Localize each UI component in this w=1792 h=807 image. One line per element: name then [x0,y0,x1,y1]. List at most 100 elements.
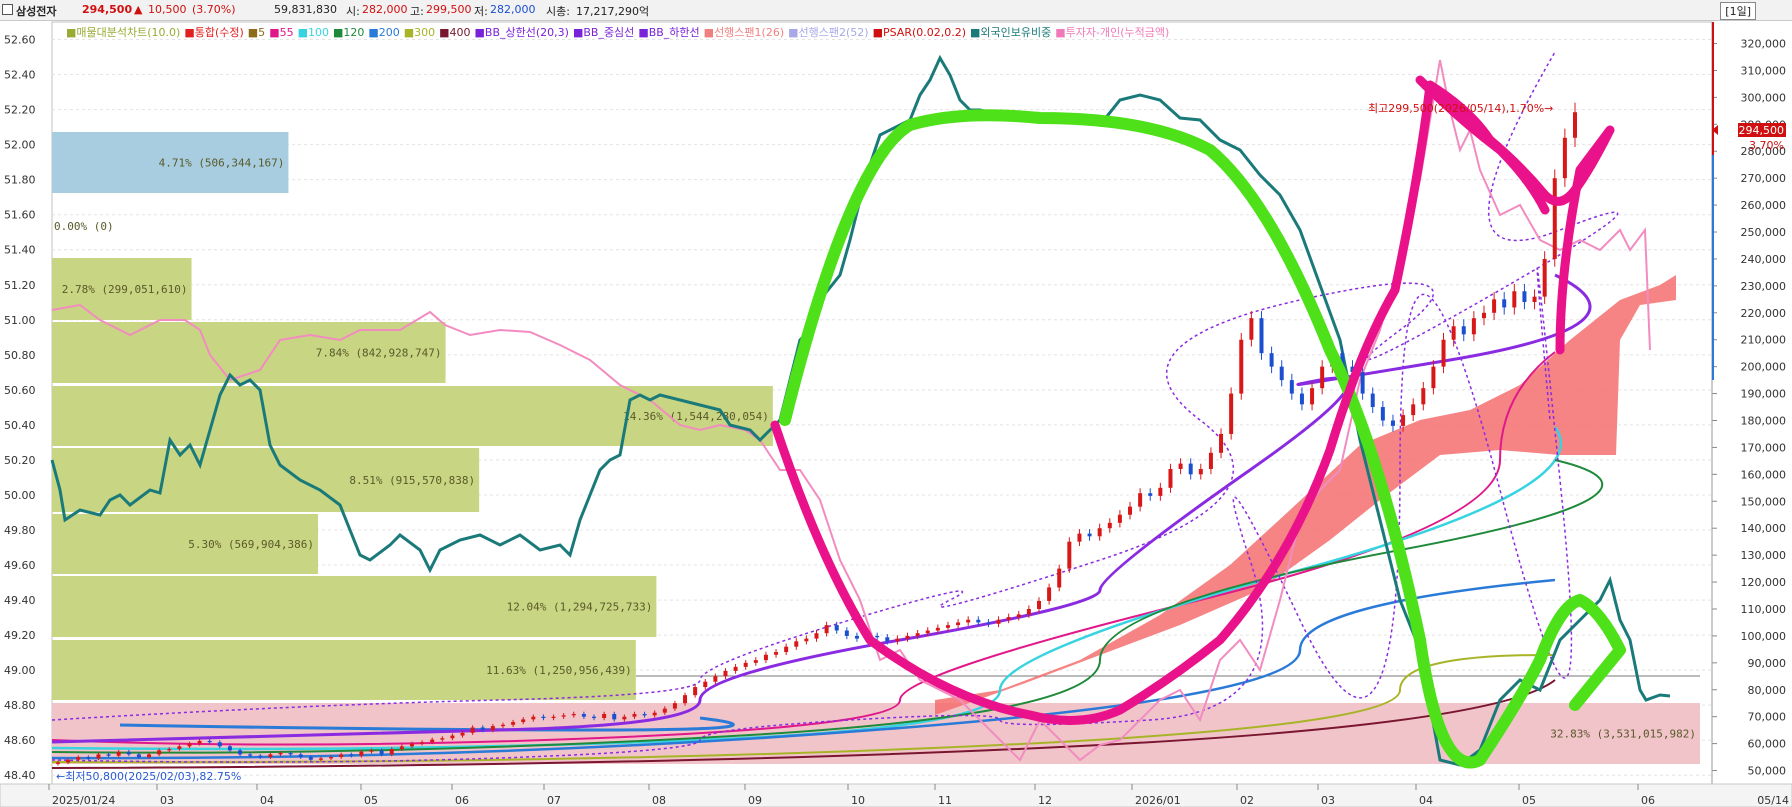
right-axis-tick: 310,000 [1741,64,1787,77]
candle-body [66,759,71,763]
candle-body [1502,299,1507,308]
candle-body [420,742,425,744]
left-axis-tick: 49.40 [4,594,36,607]
candle-body [966,619,971,623]
candle-body [1512,291,1517,308]
candle-body [642,713,647,716]
x-axis-tick: 02 [1240,794,1254,807]
x-axis-tick: 11 [938,794,952,807]
right-axis-tick: 60,000 [1748,738,1787,751]
candle-body [157,750,162,755]
candle-body [1299,393,1304,405]
candle-body [339,754,344,758]
candle-body [683,695,688,704]
low-value: 282,000 [490,3,536,16]
candle-body [804,638,809,642]
left-axis-tick: 50.00 [4,489,36,502]
volume-value: 59,831,830 [274,3,337,16]
candle-body [672,703,677,709]
candle-body [1562,137,1567,179]
candle-body [824,625,829,634]
legend-item[interactable]: ■300 [404,26,435,39]
candle-body [248,754,253,756]
candle-body [470,727,475,733]
price-chart[interactable]: 4.71% (506,344,167) 0.00% (0) 2.78% (299,0… [0,0,1792,807]
legend-item[interactable]: ■선행스팬2(52) [788,26,868,39]
candle-body [116,751,121,756]
x-axis-tick: 12 [1038,794,1052,807]
legend-item[interactable]: ■100 [298,26,329,39]
candle-body [399,746,404,749]
candle-body [1158,487,1163,496]
candle-body [774,652,779,655]
left-axis-tick: 49.60 [4,559,36,572]
high-value: 299,500 [426,3,472,16]
candle-body [167,748,172,751]
candle-body [1390,420,1395,426]
legend-item[interactable]: ■120 [333,26,364,39]
candle-body [1542,258,1547,297]
legend-item[interactable]: ■통합(수정) [184,26,243,39]
candle-body [430,739,435,743]
legend-item[interactable]: ■400 [439,26,470,39]
candle-body [784,646,789,653]
legend-item[interactable]: ■200 [368,26,399,39]
candle-body [1067,541,1072,569]
legend-item[interactable]: ■BB_상한선(20,3) [475,26,569,39]
volume-profile-label: 14.36% (1,544,280,054) [623,410,769,423]
legend-item[interactable]: ■선행스팬1(26) [704,26,784,39]
mcap-label: 시총: [546,5,570,18]
candle-body [1087,533,1092,537]
candle-body [450,735,455,739]
indicator-legend: ■매물대분석차트(10.0) ■통합(수정) ■5 ■55 ■100 ■120 ■200 ■3… [66,24,1173,40]
candle-body [278,753,283,755]
candle-body [490,726,495,731]
right-axis-tick: 220,000 [1741,307,1787,320]
candle-body [1128,506,1133,515]
up-arrow-icon: ▲ [134,3,143,16]
legend-item[interactable]: ■BB_하한선 [638,26,699,39]
candle-body [996,619,1001,624]
candle-body [298,754,303,758]
right-axis-tick: 300,000 [1741,91,1787,104]
x-axis-tick: 04 [260,794,274,807]
left-axis-tick: 50.40 [4,419,36,432]
mcap-value: 17,217,290억 [576,5,650,18]
volume-profile-label: 32.83% (3,531,015,982) [1550,728,1696,741]
legend-item[interactable]: ■투자자-개인(누적금액) [1055,26,1169,39]
right-axis-tick: 320,000 [1741,38,1787,51]
candle-body [794,641,799,647]
right-axis-tick: 160,000 [1741,468,1787,481]
legend-item[interactable]: ■5 [248,26,265,39]
right-axis-tick: 110,000 [1741,603,1787,616]
legend-item[interactable]: ■PSAR(0.02,0.2) [873,26,966,39]
candle-body [1107,522,1112,529]
candle-body [1148,493,1153,496]
candle-body [854,635,859,639]
stock-name[interactable]: 삼성전자 [16,3,56,19]
volume-profile-label: 0.00% (0) [54,220,114,233]
legend-item[interactable]: ■55 [269,26,293,39]
period-selector[interactable]: [1일] [1720,2,1756,20]
x-axis-tick: 03 [160,794,174,807]
candle-body [844,630,849,636]
right-axis-tick: 80,000 [1748,684,1787,697]
volume-profile-label: 11.63% (1,250,956,439) [486,664,632,677]
right-axis-tick: 90,000 [1748,657,1787,670]
select-checkbox[interactable] [2,4,13,15]
high-price-label: 최고299,500(2026/05/14),1.70%→ [1368,102,1553,115]
left-axis-tick: 51.80 [4,174,36,187]
candle-body [1036,600,1041,609]
candle-body [207,740,212,743]
candle-body [895,638,900,642]
candle-body [541,716,546,719]
legend-item[interactable]: ■외국인보유비중 [970,26,1051,39]
legend-item[interactable]: ■BB_중심선 [573,26,634,39]
candle-body [1138,493,1143,507]
candle-body [1310,388,1315,405]
candle-body [126,751,131,755]
legend-item[interactable]: ■매물대분석차트(10.0) [66,26,180,39]
x-axis-tick: 05 [1522,794,1536,807]
candle-body [1239,339,1244,394]
right-axis-tick: 120,000 [1741,576,1787,589]
